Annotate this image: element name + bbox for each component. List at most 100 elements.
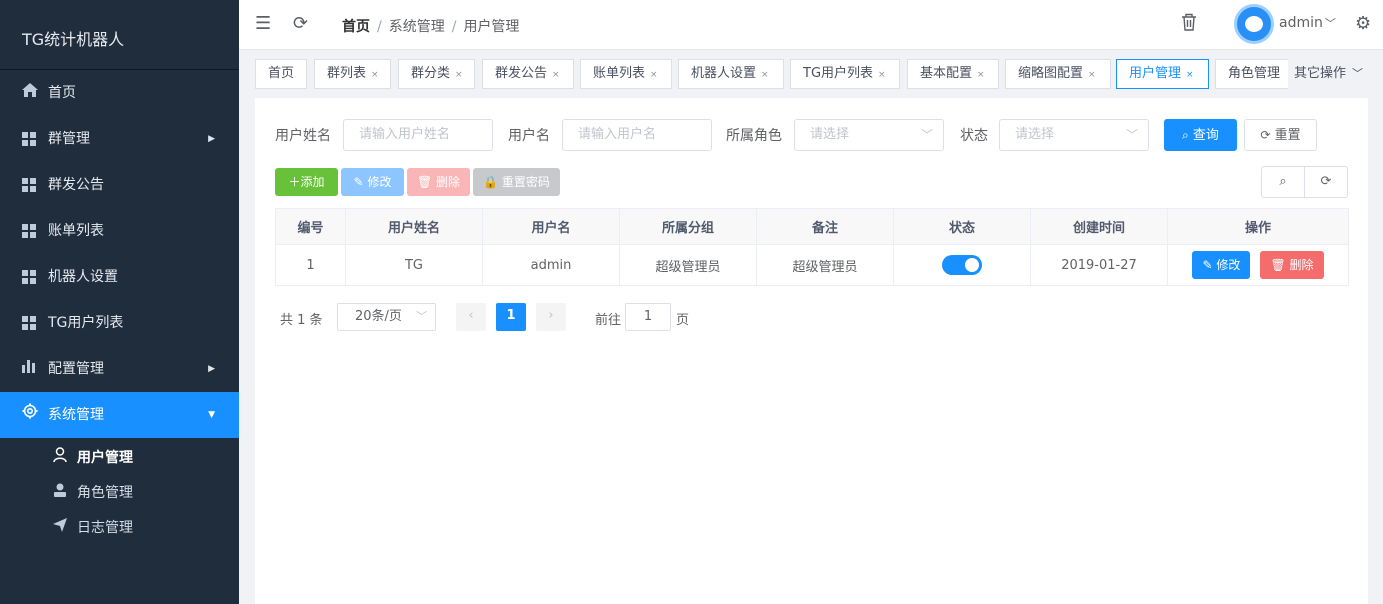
edit-button[interactable]: ✎ 修改 (341, 168, 404, 196)
tab-bot-settings[interactable]: 机器人设置 × (678, 59, 784, 89)
column-header: 编号 (275, 208, 346, 245)
query-button[interactable]: ⌕ 查询 (1164, 119, 1237, 151)
row-edit-button[interactable]: ✎ 修改 (1192, 251, 1251, 279)
status-select[interactable]: 请选择 ﹀ (999, 119, 1149, 151)
close-icon[interactable]: × (371, 70, 379, 80)
sidebar-item-bills[interactable]: 账单列表 (0, 208, 239, 254)
reset-button[interactable]: ⟳ 重置 (1244, 119, 1317, 151)
query-label: 查询 (1192, 128, 1219, 143)
page-size-value: 20条/页 (355, 309, 402, 324)
menu-fold-icon[interactable]: ☰ (255, 13, 271, 34)
top-navbar: ☰ ⟳ 首页 / 系统管理 / 用户管理 admin ﹀ ⚙ (239, 0, 1383, 50)
add-button[interactable]: ＋添加 (275, 168, 338, 196)
chevron-down-icon: ﹀ (416, 310, 427, 323)
row-edit-label: 修改 (1216, 258, 1241, 272)
lock-icon: 🔒 (483, 175, 499, 189)
trash-icon: 🗑 (416, 175, 433, 189)
table-row: 1 TG admin 超级管理员 超级管理员 2019-01-27 ✎ 修改 🗑… (275, 244, 1349, 286)
sidebar-item-label: TG用户列表 (48, 315, 124, 331)
sidebar: TG统计机器人 首页 群管理 ▶ 群发公告 账单列表 机器人设置 TG用户列表 … (0, 0, 239, 604)
goto-page-input[interactable]: 1 (625, 303, 671, 331)
role-icon (52, 476, 68, 511)
main-panel: 用户姓名 请输入用户姓名 用户名 请输入用户名 所属角色 请选择 ﹀ 状态 请选择… (255, 98, 1368, 604)
tab-group-list[interactable]: 群列表 × (314, 59, 391, 89)
row-delete-button[interactable]: 🗑 删除 (1260, 251, 1324, 279)
tab-group-category[interactable]: 群分类 × (398, 59, 475, 89)
tab-home[interactable]: 首页 (255, 59, 307, 89)
tab-bills[interactable]: 账单列表 × (580, 59, 672, 89)
caret-right-icon: ▶ (208, 364, 215, 374)
tab-broadcast[interactable]: 群发公告 × (482, 59, 574, 89)
sidebar-item-tg-users[interactable]: TG用户列表 (0, 300, 239, 346)
grid-icon (22, 254, 38, 300)
column-header: 状态 (893, 208, 1031, 245)
username-label: 用户名 (508, 128, 550, 144)
chevron-down-icon: ﹀ (1352, 67, 1364, 80)
sidebar-item-group-management[interactable]: 群管理 ▶ (0, 116, 239, 162)
user-menu[interactable]: admin ﹀ (1279, 15, 1336, 31)
page-size-select[interactable]: 20条/页 ﹀ (337, 303, 436, 331)
status-placeholder: 请选择 (1015, 127, 1055, 142)
sidebar-subitem-label: 用户管理 (77, 450, 133, 466)
page-number-current[interactable]: 1 (496, 303, 526, 331)
close-icon[interactable]: × (878, 70, 886, 80)
column-header: 创建时间 (1030, 208, 1168, 245)
sidebar-item-broadcast[interactable]: 群发公告 (0, 162, 239, 208)
next-page-button[interactable]: › (536, 303, 566, 331)
close-icon[interactable]: × (650, 70, 658, 80)
realname-input[interactable]: 请输入用户姓名 (343, 119, 493, 151)
reset-password-button[interactable]: 🔒 重置密码 (473, 168, 560, 196)
breadcrumb-item[interactable]: 首页 (342, 19, 370, 35)
sidebar-item-config[interactable]: 配置管理 ▶ (0, 346, 239, 392)
sidebar-subitem-log-management[interactable]: 日志管理 (0, 511, 239, 546)
chevron-down-icon: ﹀ (1324, 17, 1336, 30)
reset-label: 重置 (1274, 128, 1301, 143)
sidebar-item-home[interactable]: 首页 (0, 70, 239, 116)
tab-label: 首页 (268, 66, 295, 81)
tab-basic-config[interactable]: 基本配置 × (907, 59, 999, 89)
close-icon[interactable]: × (977, 70, 985, 80)
username: admin (1279, 15, 1323, 31)
sidebar-subitem-label: 角色管理 (77, 485, 133, 501)
send-icon (52, 511, 68, 546)
trash-icon[interactable] (1181, 13, 1197, 36)
tab-user-management[interactable]: 用户管理 × (1116, 59, 1209, 89)
close-icon[interactable]: × (1088, 70, 1096, 80)
close-icon[interactable]: × (761, 70, 769, 80)
close-icon[interactable]: × (1186, 70, 1194, 80)
home-icon (22, 70, 38, 116)
tab-more-actions[interactable]: 其它操作 ﹀ (1288, 50, 1383, 97)
username-input[interactable]: 请输入用户名 (562, 119, 712, 151)
user-table: 编号 用户姓名 用户名 所属分组 备注 状态 创建时间 操作 1 TG admi… (275, 208, 1349, 286)
sidebar-item-system[interactable]: 系统管理 ▼ (0, 392, 239, 438)
delete-button[interactable]: 🗑 删除 (407, 168, 470, 196)
refresh-table-button[interactable]: ⟳ (1304, 166, 1348, 198)
reset-password-label: 重置密码 (501, 175, 550, 189)
sidebar-subitem-user-management[interactable]: 用户管理 (0, 441, 239, 476)
close-icon[interactable]: × (552, 70, 560, 80)
tab-tg-users[interactable]: TG用户列表 × (790, 59, 900, 89)
plus-icon: ＋ (288, 175, 301, 189)
sidebar-subitem-role-management[interactable]: 角色管理 (0, 476, 239, 511)
tab-role-management[interactable]: 角色管理 (1215, 59, 1295, 89)
gear-icon (22, 392, 38, 438)
edit-icon: ✎ (1202, 258, 1213, 272)
tab-thumbnail-config[interactable]: 缩略图配置 × (1005, 59, 1111, 89)
column-header: 操作 (1167, 208, 1349, 245)
toggle-search-button[interactable]: ⌕ (1261, 166, 1305, 198)
breadcrumb: 首页 / 系统管理 / 用户管理 (342, 19, 520, 35)
column-header: 用户姓名 (345, 208, 483, 245)
avatar[interactable] (1234, 4, 1274, 44)
chevron-left-icon: ‹ (468, 308, 474, 323)
sidebar-item-bot-settings[interactable]: 机器人设置 (0, 254, 239, 300)
role-select[interactable]: 请选择 ﹀ (794, 119, 944, 151)
row-delete-label: 删除 (1289, 258, 1314, 272)
grid-icon (22, 116, 38, 162)
status-toggle[interactable] (942, 255, 982, 275)
sidebar-item-label: 账单列表 (48, 223, 104, 239)
close-icon[interactable]: × (455, 70, 463, 80)
chevron-right-icon: › (548, 308, 554, 323)
refresh-icon[interactable]: ⟳ (293, 13, 308, 34)
gear-icon[interactable]: ⚙ (1355, 13, 1371, 34)
prev-page-button[interactable]: ‹ (456, 303, 486, 331)
